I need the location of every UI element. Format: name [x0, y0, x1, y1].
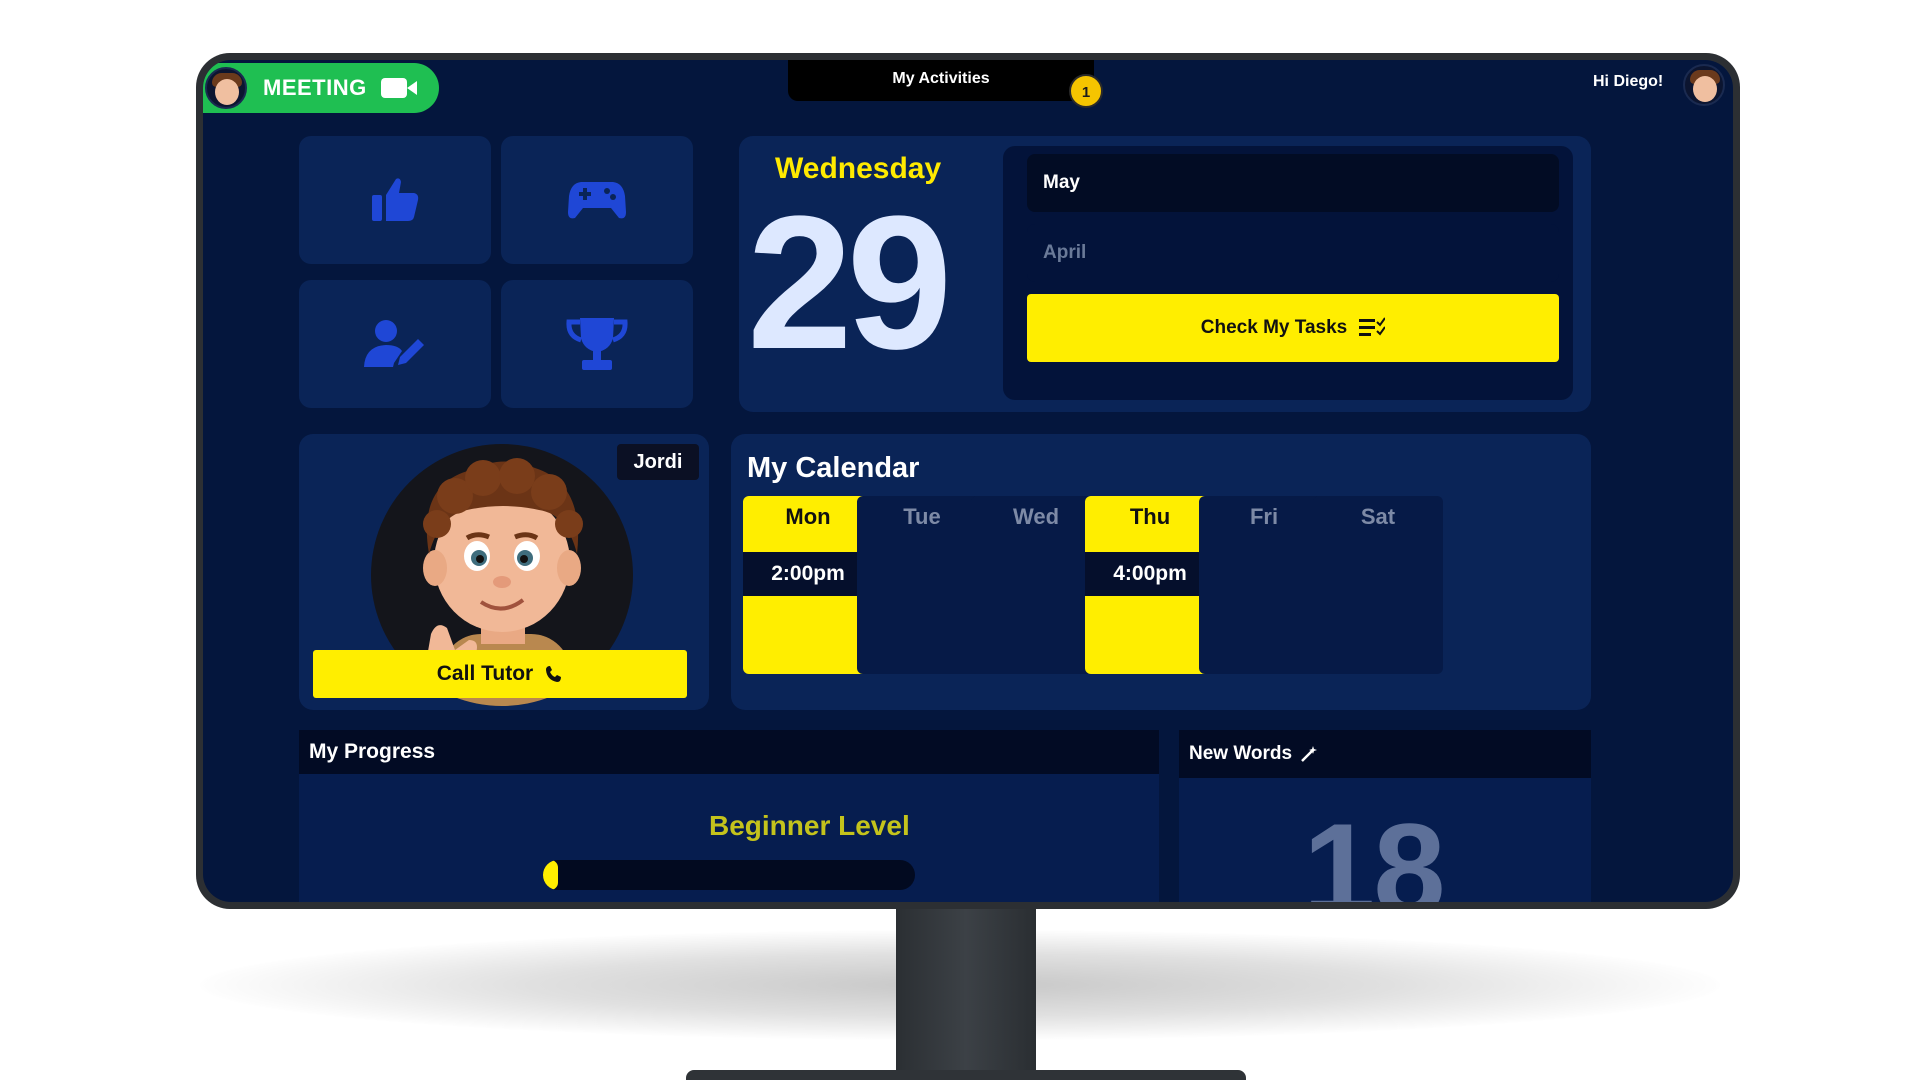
- user-greeting: Hi Diego!: [1593, 73, 1664, 90]
- phone-icon: [546, 666, 562, 682]
- stage: MEETING My Activities 1 Hi Diego! Wednes…: [0, 0, 1920, 1080]
- date-card: Wednesday 29 May April Check My Tasks: [739, 136, 1591, 412]
- month-previous[interactable]: April: [1027, 224, 1559, 282]
- new-words-body: 18: [1179, 778, 1591, 902]
- calendar-day-label: Wed: [1012, 504, 1060, 529]
- progress-body: Beginner Level: [299, 774, 1159, 902]
- calendar-event-time[interactable]: 2:00pm: [743, 552, 873, 596]
- calendar-card: My Calendar Mon 2:00pm Tue Wed Thu 4:00pm Fri S…: [731, 434, 1591, 710]
- likes-tile[interactable]: [299, 136, 491, 264]
- calendar-day-sat[interactable]: Sat: [1313, 496, 1443, 674]
- progress-bar-fill: [543, 860, 558, 890]
- magic-wand-icon: [1301, 746, 1318, 762]
- calendar-day-tue[interactable]: Tue: [857, 496, 987, 674]
- progress-card: My Progress Beginner Level: [299, 730, 1159, 902]
- calendar-day-label: Mon: [785, 504, 831, 529]
- my-activities-tab[interactable]: My Activities: [788, 60, 1094, 101]
- notification-badge[interactable]: 1: [1069, 74, 1103, 108]
- call-tutor-button[interactable]: Call Tutor: [313, 650, 687, 698]
- task-list-icon: [1359, 317, 1386, 336]
- games-tile[interactable]: [501, 136, 693, 264]
- calendar-day-label: Tue: [903, 504, 941, 529]
- calendar-day-label: Sat: [1360, 504, 1396, 529]
- my-activities-label: My Activities: [892, 70, 990, 87]
- new-words-card: New Words 18: [1179, 730, 1591, 902]
- calendar-title: My Calendar: [747, 452, 920, 484]
- meeting-avatar[interactable]: [205, 67, 247, 109]
- tutor-name: Jordi: [617, 444, 699, 480]
- trophy-icon: [566, 318, 628, 370]
- progress-title: My Progress: [299, 730, 1159, 774]
- day-number: 29: [747, 177, 952, 389]
- monitor-foot: [686, 1070, 1246, 1080]
- user-avatar[interactable]: [1683, 64, 1725, 106]
- check-tasks-label: Check My Tasks: [1200, 317, 1348, 338]
- thumbs-up-icon: [372, 178, 419, 221]
- calendar-day-label: Thu: [1129, 504, 1171, 529]
- monitor-stand: [896, 905, 1036, 1080]
- level-label: Beginner Level: [709, 810, 910, 841]
- meeting-label: MEETING: [263, 75, 367, 100]
- calendar-event-time[interactable]: 4:00pm: [1085, 552, 1215, 596]
- calendar-day-wed[interactable]: Wed: [971, 496, 1101, 674]
- video-camera-icon: [380, 78, 417, 98]
- month-current[interactable]: May: [1027, 154, 1559, 212]
- calendar-day-thu[interactable]: Thu 4:00pm: [1085, 496, 1215, 674]
- gamepad-icon: [568, 182, 626, 219]
- calendar-day-mon[interactable]: Mon 2:00pm: [743, 496, 873, 674]
- new-words-header: New Words: [1179, 730, 1591, 778]
- calendar-day-label: Fri: [1249, 504, 1279, 529]
- check-tasks-button[interactable]: Check My Tasks: [1027, 294, 1559, 362]
- achievements-tile[interactable]: [501, 280, 693, 408]
- user-edit-icon: [364, 320, 424, 367]
- app-screen: MEETING My Activities 1 Hi Diego! Wednes…: [203, 60, 1733, 902]
- month-selector: May April Check My Tasks: [1003, 146, 1573, 400]
- call-tutor-label: Call Tutor: [436, 662, 534, 685]
- profile-edit-tile[interactable]: [299, 280, 491, 408]
- new-words-title: New Words: [1189, 743, 1293, 764]
- tutor-card: Jordi Call Tutor: [299, 434, 709, 710]
- calendar-day-fri[interactable]: Fri: [1199, 496, 1329, 674]
- new-words-count: 18: [1303, 796, 1446, 902]
- progress-bar: [543, 860, 915, 890]
